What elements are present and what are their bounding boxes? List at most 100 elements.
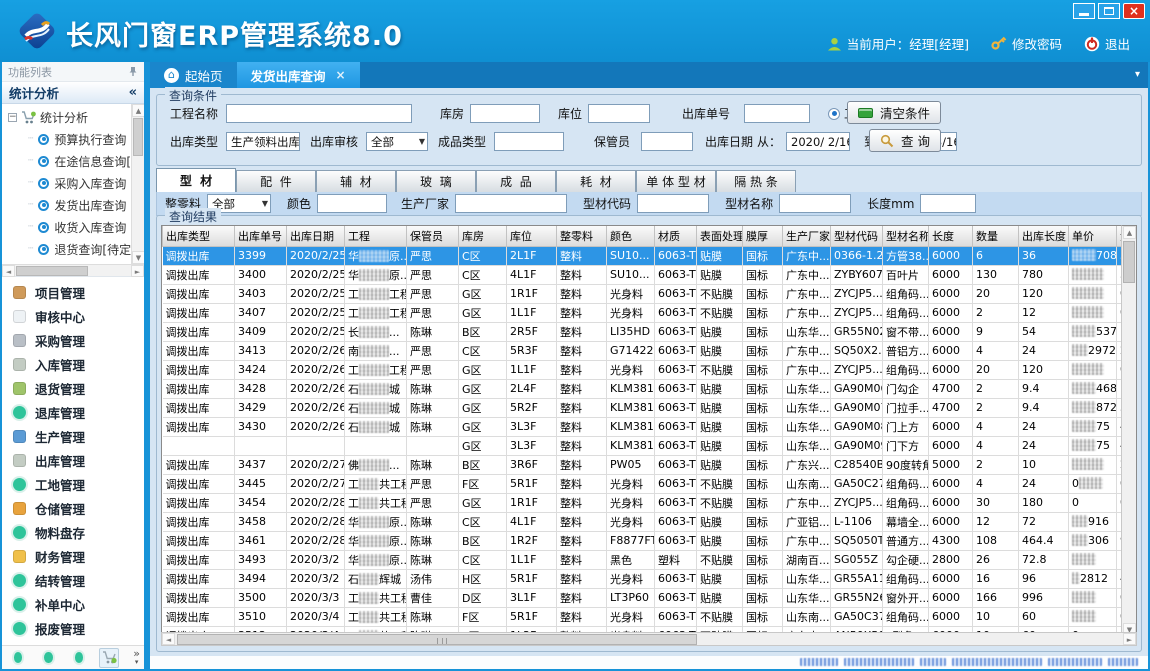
scrollbar-thumb[interactable] xyxy=(133,118,143,156)
table-row[interactable]: 调拨出库34242020/2/26工工程严思G区1L1F整料光身料6063-T5… xyxy=(163,360,1138,379)
manufacturer-input[interactable] xyxy=(455,194,567,213)
table-row[interactable]: G区3L3F整料KLM38176063-T5贴膜国标山东华...GA90M09.… xyxy=(163,436,1138,455)
sidebar-group-header[interactable]: 统计分析 « xyxy=(2,82,144,104)
scroll-up-icon[interactable]: ▲ xyxy=(1123,226,1136,239)
table-row[interactable]: 调拨出库34282020/2/26石城陈琳G区2L4F整料KLM38176063… xyxy=(163,379,1138,398)
search-button[interactable]: 查 询 xyxy=(869,129,941,152)
order-no-input[interactable] xyxy=(744,104,810,123)
column-header[interactable]: 型材名称 xyxy=(883,226,929,246)
radio-gongzhuang[interactable] xyxy=(828,108,840,120)
green-dot-icon[interactable] xyxy=(75,652,83,663)
table-row[interactable]: 调拨出库34292020/2/26石城陈琳G区5R2F整料KLM38176063… xyxy=(163,398,1138,417)
column-header[interactable]: 库位 xyxy=(507,226,557,246)
sidebar-menu-item[interactable]: 工地管理 xyxy=(2,472,144,496)
tab-shipping-outbound-query[interactable]: 发货出库查询 × xyxy=(237,62,360,88)
tree-item[interactable]: ┄退货查询[待定] xyxy=(8,238,144,260)
table-row[interactable]: 调拨出库34452020/2/27工共工程严思F区5R1F整料光身料6063-T… xyxy=(163,474,1138,493)
clear-conditions-button[interactable]: 清空条件 xyxy=(847,101,941,124)
minimize-button[interactable] xyxy=(1073,3,1095,19)
table-row[interactable]: 调拨出库34002020/2/25华原...严思C区4L1F整料SU10...6… xyxy=(163,265,1138,284)
table-row[interactable]: 调拨出库34612020/2/28华原...陈琳B区1R2F整料F8877FT6… xyxy=(163,531,1138,550)
collapse-icon[interactable]: « xyxy=(129,85,137,100)
column-header[interactable]: 出库类型 xyxy=(163,226,235,246)
table-row[interactable]: 调拨出库33992020/2/25华原...严思C区2L1F整料SU10...6… xyxy=(163,246,1138,265)
tab-close-icon[interactable]: × xyxy=(336,68,346,82)
scroll-down-icon[interactable]: ▼ xyxy=(132,251,144,264)
color-input[interactable] xyxy=(317,194,387,213)
sidebar-menu-item[interactable]: 出库管理 xyxy=(2,448,144,472)
sidebar-menu-item[interactable]: 结转管理 xyxy=(2,568,144,592)
table-row[interactable]: 调拨出库34072020/2/25工工程严思G区1L1F整料光身料6063-T5… xyxy=(163,303,1138,322)
sidebar-menu-item[interactable]: 审核中心 xyxy=(2,304,144,328)
tree-item[interactable]: ┄收货入库查询 xyxy=(8,216,144,238)
cart-button[interactable] xyxy=(99,648,119,668)
sidebar-menu-item[interactable]: 物料盘存 xyxy=(2,520,144,544)
pin-icon[interactable] xyxy=(128,66,138,77)
table-horizontal-scrollbar[interactable]: ◄ ► xyxy=(161,632,1137,646)
sidebar-menu-item[interactable]: 仓储管理 xyxy=(2,496,144,520)
scrollbar-thumb[interactable] xyxy=(177,634,697,645)
table-row[interactable]: 调拨出库34582020/2/28华原...陈琳C区4L1F整料光身料6063-… xyxy=(163,512,1138,531)
column-header[interactable]: 库房 xyxy=(459,226,507,246)
table-row[interactable]: 调拨出库35102020/3/4工共工程陈琳F区5R1F整料光身料6063-T5… xyxy=(163,607,1138,626)
tree-item[interactable]: ┄在途信息查询[待 xyxy=(8,150,144,172)
tab-home[interactable]: ⌂ 起始页 xyxy=(150,62,237,88)
scroll-right-icon[interactable]: ► xyxy=(1123,633,1136,645)
sidebar-menu-item[interactable]: 生产管理 xyxy=(2,424,144,448)
close-button[interactable]: × xyxy=(1123,3,1145,19)
table-row[interactable]: 调拨出库34032020/2/25工工程严思G区1R1F整料光身料6063-T5… xyxy=(163,284,1138,303)
column-header[interactable]: 整零料 xyxy=(557,226,607,246)
table-row[interactable]: 调拨出库34302020/2/26石城陈琳G区3L3F整料KLM38176063… xyxy=(163,417,1138,436)
keeper-input[interactable] xyxy=(641,132,693,151)
column-header[interactable]: 颜色 xyxy=(607,226,655,246)
material-tab[interactable]: 辅 材 xyxy=(316,170,396,192)
material-tab[interactable]: 型 材 xyxy=(156,168,236,192)
maximize-button[interactable] xyxy=(1098,3,1120,19)
material-tab[interactable]: 耗 材 xyxy=(556,170,636,192)
column-header[interactable]: 单价 xyxy=(1069,226,1117,246)
table-row[interactable]: 调拨出库34542020/2/28工共工程严思G区1R1F整料光身料6063-T… xyxy=(163,493,1138,512)
sidebar-menu-item[interactable]: 退库管理 xyxy=(2,400,144,424)
table-row[interactable]: 调拨出库34092020/2/25长...陈琳B区2R5F整料LI35HD606… xyxy=(163,322,1138,341)
project-name-input[interactable] xyxy=(226,104,412,123)
material-tab[interactable]: 玻 璃 xyxy=(396,170,476,192)
table-row[interactable]: 调拨出库35002020/3/3工共工程曹佳D区3L1F整料LT3P606063… xyxy=(163,588,1138,607)
tree-item[interactable]: ┄预算执行查询 xyxy=(8,128,144,150)
material-tab[interactable]: 配 件 xyxy=(236,170,316,192)
tree-expander-icon[interactable]: − xyxy=(8,113,17,122)
scroll-left-icon[interactable]: ◄ xyxy=(162,633,175,645)
scroll-right-icon[interactable]: ► xyxy=(131,265,144,277)
green-dot-icon[interactable] xyxy=(44,652,52,663)
material-tab[interactable]: 隔 热 条 xyxy=(716,170,796,192)
product-type-input[interactable] xyxy=(494,132,564,151)
logout-button[interactable]: 退出 xyxy=(1084,34,1130,53)
tree-horizontal-scrollbar[interactable]: ◄ ► xyxy=(2,264,144,277)
date-from-select[interactable]: 2020/ 2/16▼ xyxy=(786,132,850,151)
column-header[interactable]: 材质 xyxy=(655,226,697,246)
column-header[interactable]: 型材代码 xyxy=(831,226,883,246)
column-header[interactable]: 保管员 xyxy=(407,226,459,246)
table-vertical-scrollbar[interactable]: ▲ ▼ xyxy=(1121,225,1137,637)
scrollbar-thumb[interactable] xyxy=(16,266,88,276)
sidebar-menu-item[interactable]: 入库管理 xyxy=(2,352,144,376)
column-header[interactable]: 出库日期 xyxy=(287,226,345,246)
table-row[interactable]: 调拨出库34942020/3/2石辉城汤伟H区5R1F整料光身料6063-T5贴… xyxy=(163,569,1138,588)
column-header[interactable]: 数量 xyxy=(973,226,1019,246)
sidebar-menu-item[interactable]: 退货管理 xyxy=(2,376,144,400)
green-dot-icon[interactable] xyxy=(14,652,22,663)
warehouse-input[interactable] xyxy=(470,104,540,123)
column-header[interactable]: 生产厂家 xyxy=(783,226,831,246)
tree-item[interactable]: ┄发货出库查询 xyxy=(8,194,144,216)
length-input[interactable] xyxy=(920,194,976,213)
column-header[interactable]: 表面处理 xyxy=(697,226,743,246)
column-header[interactable]: 出库长度 xyxy=(1019,226,1069,246)
scrollbar-thumb[interactable] xyxy=(1123,241,1135,283)
outbound-type-select[interactable]: 生产领料出库▼ xyxy=(226,132,300,151)
location-input[interactable] xyxy=(588,104,650,123)
change-password-link[interactable]: 修改密码 xyxy=(991,34,1062,53)
table-row[interactable]: 调拨出库34132020/2/26南...严思C区5R3F整料G71422606… xyxy=(163,341,1138,360)
column-header[interactable]: 出库单号 xyxy=(235,226,287,246)
column-header[interactable]: 工程 xyxy=(345,226,407,246)
column-header[interactable]: 膜厚 xyxy=(743,226,783,246)
scroll-up-icon[interactable]: ▲ xyxy=(132,104,144,117)
